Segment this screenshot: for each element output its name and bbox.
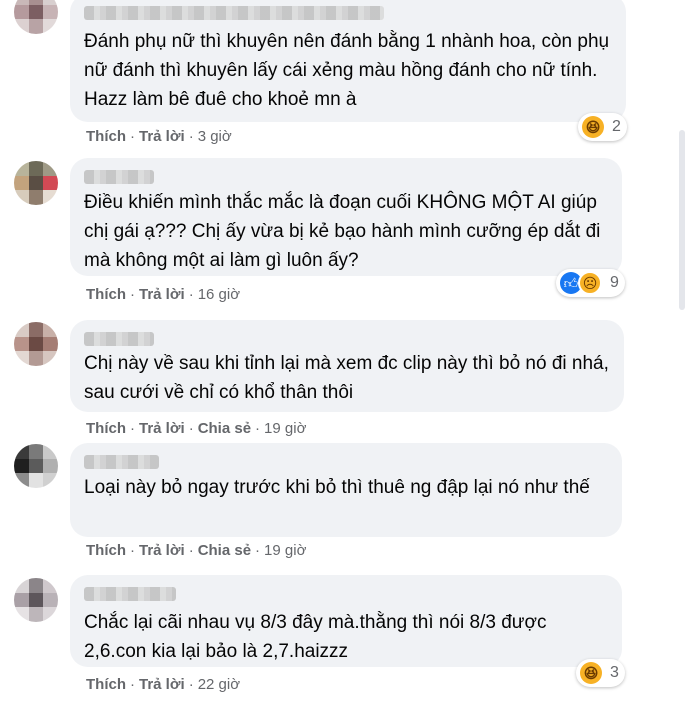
avatar[interactable] bbox=[14, 322, 58, 366]
share-link[interactable]: Chia sẻ bbox=[198, 420, 251, 437]
timestamp[interactable]: 3 giờ bbox=[198, 128, 232, 145]
author-name-redacted[interactable] bbox=[84, 332, 154, 346]
scrollbar-thumb[interactable] bbox=[679, 130, 685, 310]
comment-bubble: Điều khiến mình thắc mắc là đoạn cuối KH… bbox=[70, 158, 622, 276]
like-link[interactable]: Thích bbox=[86, 286, 126, 303]
haha-icon: 😆︎ bbox=[582, 116, 604, 138]
reaction-summary[interactable]: 😆︎ 2 bbox=[578, 113, 627, 141]
avatar[interactable] bbox=[14, 444, 58, 488]
reaction-summary[interactable]: 😆︎ 3 bbox=[576, 659, 625, 687]
avatar[interactable] bbox=[14, 578, 58, 622]
comment-bubble: Chắc lại cãi nhau vụ 8/3 đây mà.thằng th… bbox=[70, 575, 622, 667]
like-link[interactable]: Thích bbox=[86, 676, 126, 693]
reaction-summary[interactable]: 👍︎ ☹ 9 bbox=[556, 269, 625, 297]
reaction-count: 2 bbox=[612, 118, 621, 135]
comment-bubble: Chị này về sau khi tỉnh lại mà xem đc cl… bbox=[70, 320, 624, 412]
sad-icon: ☹ bbox=[578, 271, 602, 295]
author-name-redacted[interactable] bbox=[84, 587, 176, 601]
comment-actions: Thích · Trả lời · 3 giờ bbox=[86, 128, 232, 145]
comment-bubble: Đánh phụ nữ thì khuyên nên đánh bằng 1 n… bbox=[70, 0, 626, 122]
reply-link[interactable]: Trả lời bbox=[139, 286, 185, 303]
avatar[interactable] bbox=[14, 161, 58, 205]
scrollbar[interactable] bbox=[679, 0, 685, 715]
comment-bubble: Loại này bỏ ngay trước khi bỏ thì thuê n… bbox=[70, 443, 622, 537]
reaction-count: 9 bbox=[610, 274, 619, 291]
like-link[interactable]: Thích bbox=[86, 420, 126, 437]
comment-actions: Thích · Trả lời · Chia sẻ · 19 giờ bbox=[86, 542, 307, 559]
reaction-count: 3 bbox=[610, 664, 619, 681]
comment-text: Đánh phụ nữ thì khuyên nên đánh bằng 1 n… bbox=[84, 31, 610, 110]
comment-text: Chị này về sau khi tỉnh lại mà xem đc cl… bbox=[84, 353, 609, 403]
share-link[interactable]: Chia sẻ bbox=[198, 542, 251, 559]
author-name-redacted[interactable] bbox=[84, 170, 154, 184]
reply-link[interactable]: Trả lời bbox=[139, 420, 185, 437]
timestamp[interactable]: 19 giờ bbox=[264, 542, 306, 559]
comment-text: Chắc lại cãi nhau vụ 8/3 đây mà.thằng th… bbox=[84, 612, 547, 662]
timestamp[interactable]: 22 giờ bbox=[198, 676, 240, 693]
comment-text: Loại này bỏ ngay trước khi bỏ thì thuê n… bbox=[84, 477, 590, 498]
reply-link[interactable]: Trả lời bbox=[139, 542, 185, 559]
author-name-redacted[interactable] bbox=[84, 6, 384, 20]
comment-actions: Thích · Trả lời · 16 giờ bbox=[86, 286, 241, 303]
comment-actions: Thích · Trả lời · Chia sẻ · 19 giờ bbox=[86, 420, 307, 437]
author-name-redacted[interactable] bbox=[84, 455, 159, 469]
reply-link[interactable]: Trả lời bbox=[139, 128, 185, 145]
haha-icon: 😆︎ bbox=[580, 662, 602, 684]
avatar[interactable] bbox=[14, 0, 58, 34]
timestamp[interactable]: 19 giờ bbox=[264, 420, 306, 437]
reply-link[interactable]: Trả lời bbox=[139, 676, 185, 693]
timestamp[interactable]: 16 giờ bbox=[198, 286, 240, 303]
like-link[interactable]: Thích bbox=[86, 542, 126, 559]
comment-text: Điều khiến mình thắc mắc là đoạn cuối KH… bbox=[84, 192, 601, 271]
like-link[interactable]: Thích bbox=[86, 128, 126, 145]
comment-actions: Thích · Trả lời · 22 giờ bbox=[86, 676, 241, 693]
